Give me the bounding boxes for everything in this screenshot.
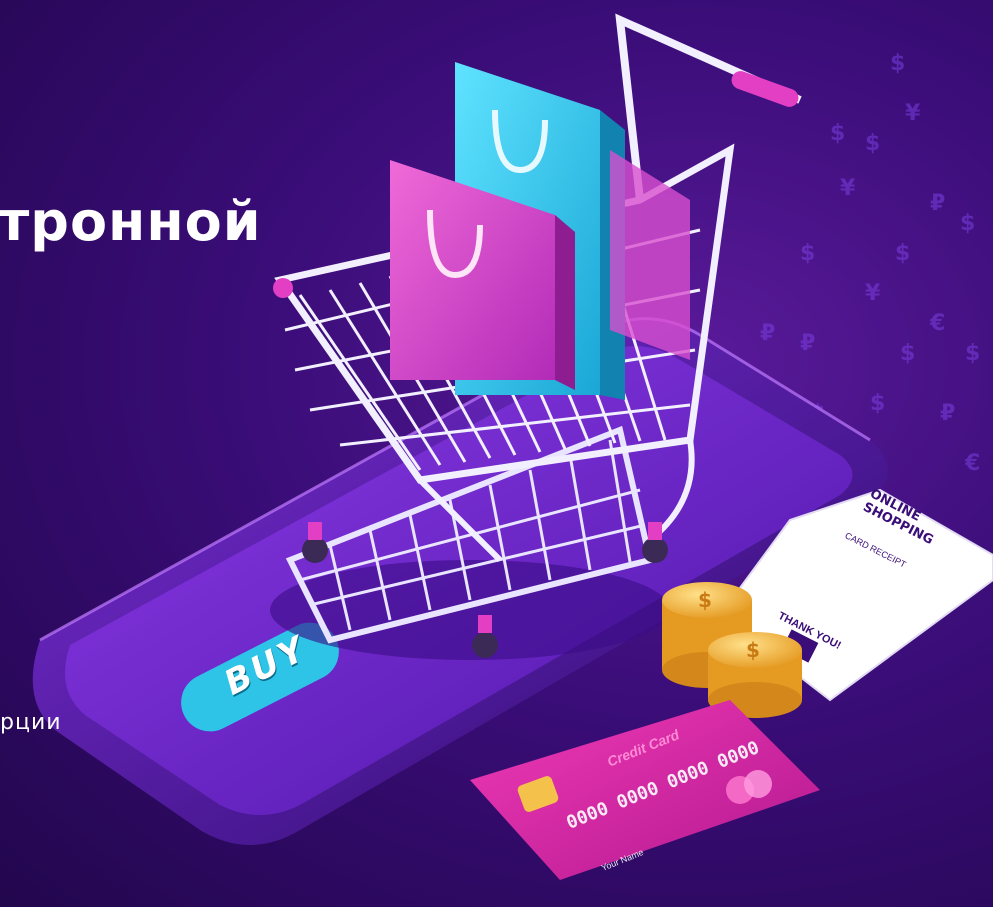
hero-subline: рции <box>0 710 62 735</box>
svg-text:$: $ <box>800 241 815 266</box>
svg-text:¥: ¥ <box>840 176 856 201</box>
hero-headline: тронной <box>0 190 262 253</box>
svg-text:¥: ¥ <box>905 101 921 126</box>
ecommerce-illustration: $¥$ ₽$$ ¥€$ $₽€ ¥$₽ ₽€$ $¥$ <box>32 13 993 880</box>
svg-text:€: € <box>929 311 945 336</box>
svg-text:$: $ <box>746 638 760 662</box>
svg-text:₽: ₽ <box>940 401 955 426</box>
svg-text:$: $ <box>830 121 845 146</box>
svg-text:$: $ <box>890 51 905 76</box>
svg-text:$: $ <box>895 241 910 266</box>
svg-text:$: $ <box>698 588 712 612</box>
svg-text:$: $ <box>870 391 885 416</box>
svg-text:$: $ <box>865 131 880 156</box>
svg-text:₽: ₽ <box>930 191 945 216</box>
svg-text:₽: ₽ <box>760 321 775 346</box>
svg-text:$: $ <box>960 211 975 236</box>
svg-text:₽: ₽ <box>800 331 815 356</box>
svg-text:$: $ <box>900 341 915 366</box>
svg-text:€: € <box>964 451 980 476</box>
svg-text:$: $ <box>965 341 980 366</box>
svg-text:¥: ¥ <box>865 281 881 306</box>
